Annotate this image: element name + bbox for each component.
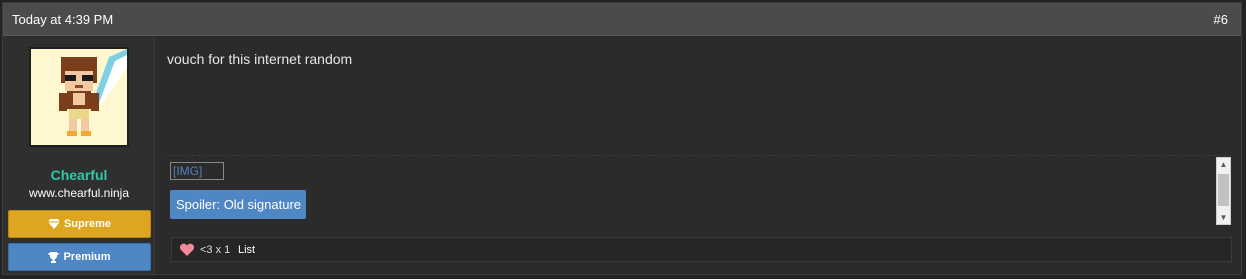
- post-header: Today at 4:39 PM #6: [3, 3, 1241, 36]
- badge-premium: Premium: [8, 243, 151, 271]
- avatar-image: [31, 49, 127, 145]
- scroll-down-icon[interactable]: ▼: [1217, 211, 1230, 224]
- reactions-bar: <3 x 1 List: [171, 237, 1232, 262]
- avatar[interactable]: [29, 47, 129, 147]
- badge-premium-label: Premium: [63, 251, 111, 263]
- heart-icon[interactable]: [179, 243, 195, 257]
- scroll-thumb[interactable]: [1218, 174, 1229, 206]
- spoiler-button[interactable]: Spoiler: Old signature: [170, 190, 306, 219]
- scroll-up-icon[interactable]: ▲: [1217, 158, 1230, 171]
- badge-supreme: Supreme: [8, 210, 151, 238]
- signature-image[interactable]: [IMG]: [170, 162, 224, 180]
- post-date[interactable]: Today at 4:39 PM: [12, 12, 113, 27]
- reaction-list-link[interactable]: List: [238, 244, 255, 256]
- user-panel: Chearful www.chearful.ninja Supreme Prem…: [3, 37, 155, 274]
- signature: [IMG] Spoiler: Old signature: [167, 155, 1231, 227]
- post-container: Today at 4:39 PM #6 Chearful www.chearfu…: [2, 2, 1242, 275]
- user-title: www.chearful.ninja: [28, 186, 130, 200]
- post-number[interactable]: #6: [1214, 12, 1228, 27]
- reaction-summary: <3 x 1: [200, 244, 231, 256]
- username[interactable]: Chearful: [3, 167, 155, 183]
- trophy-icon: [48, 251, 60, 263]
- post-message: vouch for this internet random: [167, 51, 353, 67]
- badge-supreme-label: Supreme: [63, 218, 112, 230]
- signature-scrollbar[interactable]: ▲ ▼: [1216, 157, 1231, 225]
- diamond-icon: [47, 219, 60, 229]
